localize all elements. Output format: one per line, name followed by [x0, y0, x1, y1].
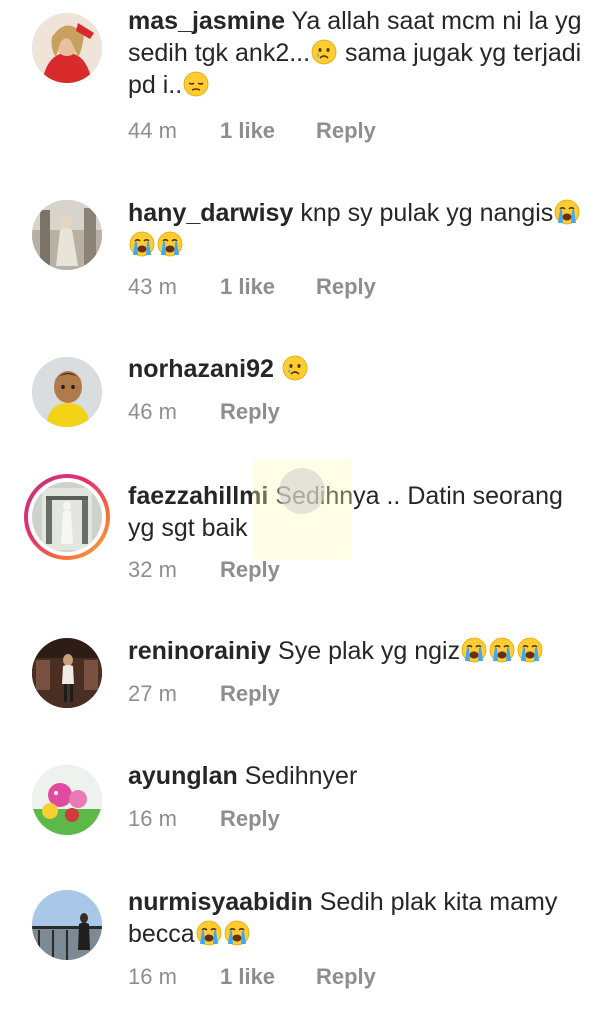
- avatar[interactable]: [32, 890, 102, 960]
- comment-timestamp: 44 m: [128, 118, 177, 143]
- loudly-crying-face-icon: [157, 231, 183, 257]
- loudly-crying-face-icon: [196, 920, 222, 946]
- comment-username[interactable]: reninorainiy: [128, 637, 271, 665]
- reply-button[interactable]: Reply: [220, 556, 280, 584]
- loudly-crying-face-icon: [461, 637, 487, 663]
- comment-body: hany_darwisy knp sy pulak yg nangis: [128, 197, 593, 261]
- comment-likes[interactable]: 1 like: [220, 963, 316, 991]
- avatar[interactable]: [32, 13, 102, 83]
- comment-username[interactable]: mas_jasmine: [128, 7, 285, 35]
- reply-button[interactable]: Reply: [316, 963, 376, 991]
- avatar-story-ring[interactable]: [24, 474, 110, 560]
- comment-meta: 16 m Reply: [128, 805, 280, 833]
- loudly-crying-face-icon: [554, 199, 580, 225]
- reply-button[interactable]: Reply: [316, 117, 376, 145]
- loudly-crying-face-icon: [129, 231, 155, 257]
- watermark-overlay: [252, 460, 352, 560]
- reply-button[interactable]: Reply: [220, 680, 280, 708]
- avatar[interactable]: [32, 638, 102, 708]
- comment-body: faezzahillmi Sedihnya .. Datin seorang y…: [128, 480, 593, 544]
- comment-likes[interactable]: 1 like: [220, 273, 316, 301]
- comment-timestamp: 43 m: [128, 274, 177, 299]
- comment-timestamp: 16 m: [128, 964, 177, 989]
- comment-meta: 27 m Reply: [128, 680, 280, 708]
- comment-meta: 32 m Reply: [128, 556, 280, 584]
- comment-meta: 44 m 1 like Reply: [128, 117, 376, 145]
- comment-likes[interactable]: 1 like: [220, 117, 316, 145]
- comment-body: nurmisyaabidin Sedih plak kita mamy becc…: [128, 886, 593, 950]
- crying-face-icon: [282, 355, 308, 381]
- comment-meta: 43 m 1 like Reply: [128, 273, 376, 301]
- reply-button[interactable]: Reply: [220, 805, 280, 833]
- comment-meta: 46 m Reply: [128, 398, 280, 426]
- comment-text: Sye plak yg ngiz: [278, 637, 461, 665]
- comment-body: mas_jasmine Ya allah saat mcm ni la yg s…: [128, 5, 593, 101]
- loudly-crying-face-icon: [489, 637, 515, 663]
- comment-text: Sedihnyer: [244, 762, 358, 790]
- comment-timestamp: 27 m: [128, 681, 177, 706]
- comment-body: ayunglan Sedihnyer: [128, 760, 593, 792]
- avatar[interactable]: [32, 765, 102, 835]
- crying-face-icon: [311, 39, 337, 65]
- comment-username[interactable]: nurmisyaabidin: [128, 888, 313, 916]
- pensive-face-icon: [183, 71, 209, 97]
- comment-timestamp: 16 m: [128, 806, 177, 831]
- comment-username[interactable]: faezzahillmi: [128, 482, 268, 510]
- loudly-crying-face-icon: [517, 637, 543, 663]
- comment-timestamp: 46 m: [128, 399, 177, 424]
- watermark-logo-icon: [279, 468, 325, 514]
- comment-username[interactable]: ayunglan: [128, 762, 238, 790]
- comment-text: knp sy pulak yg nangis: [300, 199, 554, 227]
- avatar[interactable]: [32, 200, 102, 270]
- reply-button[interactable]: Reply: [316, 273, 376, 301]
- loudly-crying-face-icon: [224, 920, 250, 946]
- comment-username[interactable]: norhazani92: [128, 355, 274, 383]
- comments-list: mas_jasmine Ya allah saat mcm ni la yg s…: [0, 0, 603, 1024]
- comment-meta: 16 m 1 like Reply: [128, 963, 376, 991]
- avatar[interactable]: [32, 357, 102, 427]
- reply-button[interactable]: Reply: [220, 398, 280, 426]
- comment-body: reninorainiy Sye plak yg ngiz: [128, 635, 593, 667]
- comment-body: norhazani92: [128, 353, 593, 385]
- comment-username[interactable]: hany_darwisy: [128, 199, 293, 227]
- comment-timestamp: 32 m: [128, 557, 177, 582]
